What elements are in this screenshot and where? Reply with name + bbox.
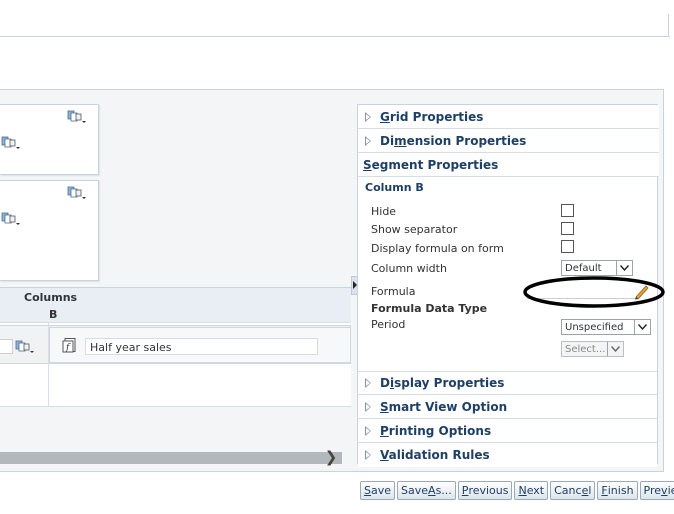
formula-label: Formula	[371, 285, 416, 298]
member-selector-icon[interactable]	[15, 340, 35, 354]
top-divider-vertical	[668, 14, 669, 37]
column-letter-b[interactable]: B	[49, 308, 57, 321]
bottom-sections: Display Properties Smart View Option Pri…	[358, 371, 657, 467]
chevron-down-icon	[616, 261, 632, 275]
expand-triangle-icon	[365, 401, 371, 412]
row-member-field[interactable]	[0, 339, 13, 354]
previous-button[interactable]: Previous	[457, 481, 513, 500]
hide-checkbox[interactable]	[561, 204, 574, 217]
period-select[interactable]: Unspecified	[561, 319, 651, 335]
section-printing-options[interactable]: Printing Options	[358, 419, 657, 443]
period-label: Period	[371, 318, 406, 331]
chevron-down-icon	[607, 342, 623, 356]
expand-triangle-icon	[365, 135, 371, 146]
section-grid-properties[interactable]: Grid Properties	[358, 105, 659, 129]
data-type-placeholder: Select...	[565, 343, 606, 355]
section-validation-rules[interactable]: Validation Rules	[358, 443, 657, 467]
scroll-right-icon[interactable]: ❯	[323, 449, 339, 465]
show-separator-checkbox[interactable]	[561, 222, 574, 235]
member-selector-icon[interactable]	[67, 186, 87, 200]
section-smart-view-option[interactable]: Smart View Option	[358, 395, 657, 419]
save-button[interactable]: Save	[360, 481, 396, 500]
horizontal-scrollbar[interactable]	[0, 452, 342, 464]
expand-triangle-icon	[365, 425, 371, 436]
data-type-select[interactable]: Select...	[561, 341, 624, 357]
formula-name-input[interactable]: Half year sales	[85, 338, 318, 355]
show-separator-label: Show separator	[371, 223, 458, 236]
member-selector-icon[interactable]	[67, 110, 87, 124]
annotation-ellipse	[523, 276, 665, 308]
display-formula-label: Display formula on form	[371, 242, 504, 255]
save-as-button[interactable]: Save As...	[397, 481, 456, 500]
expand-triangle-icon	[365, 450, 371, 460]
section-segment-properties[interactable]: Segment Properties	[358, 153, 659, 177]
column-title: Column B	[365, 181, 424, 194]
wizard-button-bar: Save Save As... Previous Next Canc e l Fin…	[360, 481, 674, 501]
finish-button[interactable]: Finish	[597, 481, 638, 500]
hide-label: Hide	[371, 205, 397, 218]
preview-button[interactable]: Preview	[639, 481, 674, 500]
member-selector-icon[interactable]	[1, 136, 21, 150]
cancel-button[interactable]: Canc e l	[550, 481, 596, 500]
columns-header-label: Columns	[24, 291, 78, 304]
column-width-value: Default	[565, 262, 602, 274]
formula-data-type-label: Formula Data Type	[371, 302, 488, 315]
expand-triangle-icon	[365, 378, 371, 388]
expand-triangle-icon	[365, 111, 371, 122]
chevron-down-icon	[634, 320, 650, 334]
member-selector-icon[interactable]	[1, 212, 21, 226]
display-formula-checkbox[interactable]	[561, 240, 574, 253]
section-dimension-properties[interactable]: Dimension Properties	[358, 129, 659, 153]
period-value: Unspecified	[565, 321, 624, 333]
next-button[interactable]: Next	[514, 481, 549, 500]
column-width-label: Column width	[371, 262, 447, 275]
section-display-properties[interactable]: Display Properties	[358, 371, 657, 395]
formula-icon[interactable]: f	[62, 337, 78, 353]
top-divider	[0, 36, 670, 37]
